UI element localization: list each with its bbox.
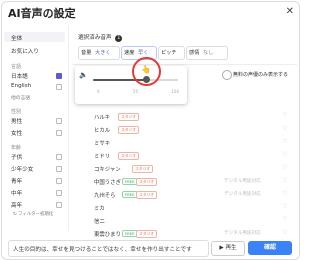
speed-label: 速度 <box>124 50 135 56</box>
sidebar-item-english[interactable]: English <box>11 83 31 89</box>
ai-voice-dialog: AI音声の設定 ✕ 全体 お気に入り 言語 日本語 English 他の言語 性… <box>1 1 300 260</box>
voice-row[interactable]: コキジャン スタジオ ♡ <box>72 163 292 174</box>
selected-voices-header: 選択済み音声 1 <box>78 33 123 42</box>
reset-filters-link[interactable]: ↻ フィルター初期化 <box>13 211 53 217</box>
digital-use-note: デジタル用途対応 <box>224 192 261 197</box>
settings-divider <box>72 64 297 65</box>
voice-name: 信二 <box>94 219 105 225</box>
youth-checkbox[interactable] <box>56 166 62 172</box>
sidebar-item-male[interactable]: 男性 <box>11 117 22 125</box>
sidebar-header-age: 年齢 <box>11 145 22 151</box>
emotion-label: 感情 <box>189 50 200 56</box>
digital-use-note: デジタル用途対応 <box>224 231 261 236</box>
sidebar-item-other-languages[interactable]: 他の言語 <box>11 94 30 101</box>
filter-sidebar: 全体 お気に入り 言語 日本語 English 他の言語 性別 男性 女性 年齢… <box>2 26 69 231</box>
voice-name: 東雲ひまり <box>94 232 121 238</box>
sidebar-item-youth[interactable]: 少年少女 <box>11 165 33 173</box>
japanese-checkbox[interactable] <box>56 73 62 79</box>
voice-main-panel: 選択済み音声 1 音量 大きく 速度 早く ピッチ 感情 なし 無料の声優のみ表… <box>72 26 297 251</box>
studio-badge: スタジオ <box>118 113 140 121</box>
favorite-heart-icon[interactable]: ♡ <box>282 112 287 119</box>
sidebar-item-favorites[interactable]: お気に入り <box>11 47 39 55</box>
male-checkbox[interactable] <box>56 118 62 124</box>
sidebar-header-language: 言語 <box>11 64 22 70</box>
volume-value: 大きく <box>95 50 111 56</box>
voice-name: ミサキ <box>94 141 111 147</box>
tick-label: 50 <box>132 89 138 94</box>
voice-row[interactable]: ミドリ スタジオ ♡ <box>72 150 292 161</box>
voice-name: 九州そら <box>94 193 116 199</box>
studio-badge: スタジオ <box>132 165 154 173</box>
sidebar-item-all[interactable]: 全体 <box>11 34 22 42</box>
close-icon[interactable]: ✕ <box>286 6 294 17</box>
sidebar-item-senior[interactable]: 高年 <box>11 201 22 209</box>
dialog-title: AI音声の設定 <box>8 7 76 20</box>
favorite-heart-icon[interactable]: ♡ <box>282 164 287 171</box>
sidebar-item-child[interactable]: 子供 <box>11 153 22 161</box>
voice-name: ハルキ <box>94 115 111 121</box>
volume-speaker-icon: 🔈 <box>79 71 88 79</box>
voice-name: ミカ <box>94 206 105 212</box>
favorite-heart-icon[interactable]: ♡ <box>282 125 287 132</box>
volume-slider-ticks: 0 50 100 <box>97 89 179 94</box>
voice-name: 中国うさぎ <box>94 180 121 186</box>
sidebar-header-gender: 性別 <box>11 109 22 115</box>
voice-row[interactable]: ミサキ ♡ <box>72 137 292 148</box>
voice-row[interactable]: 東雲ひまり FREE スタジオ デジタル用途対応 ♡ <box>72 228 292 239</box>
pitch-label: ピッチ <box>161 50 177 56</box>
child-checkbox[interactable] <box>56 154 62 160</box>
favorite-heart-icon[interactable]: ♡ <box>282 190 287 197</box>
voice-row[interactable]: 中国うさぎ FREE スタジオ デジタル用途対応 ♡ <box>72 176 292 187</box>
free-only-label: 無料の声優のみ表示する <box>233 72 289 78</box>
speed-value: 早く <box>138 50 149 56</box>
voice-name: コキジャン <box>94 167 121 173</box>
play-label: 再生 <box>225 245 237 251</box>
preview-text-input[interactable]: 人生の目的は、幸せを見つけることではなく、幸せを作り出すことです <box>8 240 209 257</box>
sidebar-item-female[interactable]: 女性 <box>11 129 22 137</box>
preview-text: 人生の目的は、幸せを見つけることではなく、幸せを作り出すことです <box>13 247 192 253</box>
young-adult-checkbox[interactable] <box>56 178 62 184</box>
english-checkbox[interactable] <box>56 84 62 90</box>
voice-name: ヒカル <box>94 128 111 134</box>
hand-cursor-icon: 👆 <box>141 65 151 74</box>
sidebar-item-japanese[interactable]: 日本語 <box>11 72 28 80</box>
senior-checkbox[interactable] <box>56 202 62 208</box>
selected-voices-label: 選択済み音声 <box>78 35 112 41</box>
female-checkbox[interactable] <box>56 130 62 136</box>
studio-badge: スタジオ <box>136 178 158 186</box>
middle-age-checkbox[interactable] <box>56 190 62 196</box>
sidebar-item-young-adult[interactable]: 青年 <box>11 177 22 185</box>
digital-use-note: デジタル用途対応 <box>224 179 261 184</box>
sidebar-item-middle-age[interactable]: 中年 <box>11 189 22 197</box>
studio-badge: スタジオ <box>136 191 158 199</box>
favorite-heart-icon[interactable]: ♡ <box>282 203 287 210</box>
tick-label: 100 <box>171 89 179 94</box>
voice-row[interactable]: ヒカル スタジオ ♡ <box>72 124 292 135</box>
favorite-heart-icon[interactable]: ♡ <box>282 138 287 145</box>
favorite-heart-icon[interactable]: ♡ <box>282 229 287 236</box>
play-button[interactable]: ▶ 再生 <box>211 241 245 256</box>
selected-count-badge: 1 <box>115 35 123 42</box>
voice-row[interactable]: 九州そら FREE スタジオ デジタル用途対応 ♡ <box>72 189 292 200</box>
voice-row[interactable]: 信二 ♡ <box>72 215 292 226</box>
voice-row[interactable]: ハルキ スタジオ ♡ <box>72 111 292 122</box>
volume-slider-popup: 🔈 0 50 100 <box>75 66 187 104</box>
voice-settings-row: 音量 大きく 速度 早く ピッチ 感情 なし <box>78 46 288 60</box>
emotion-value: なし <box>203 50 214 56</box>
studio-badge: スタジオ <box>136 230 158 238</box>
reset-filters-label: フィルター初期化 <box>18 212 54 217</box>
free-only-toggle[interactable] <box>222 70 232 80</box>
studio-badge: スタジオ <box>118 152 140 160</box>
favorite-heart-icon[interactable]: ♡ <box>282 151 287 158</box>
voice-row[interactable]: ミカ ♡ <box>72 202 292 213</box>
favorite-heart-icon[interactable]: ♡ <box>282 216 287 223</box>
favorite-heart-icon[interactable]: ♡ <box>282 177 287 184</box>
studio-badge: スタジオ <box>118 126 140 134</box>
voice-name: ミドリ <box>94 154 111 160</box>
tick-label: 0 <box>97 89 100 94</box>
confirm-button[interactable]: 確認 <box>248 241 292 255</box>
volume-label: 音量 <box>81 50 92 56</box>
